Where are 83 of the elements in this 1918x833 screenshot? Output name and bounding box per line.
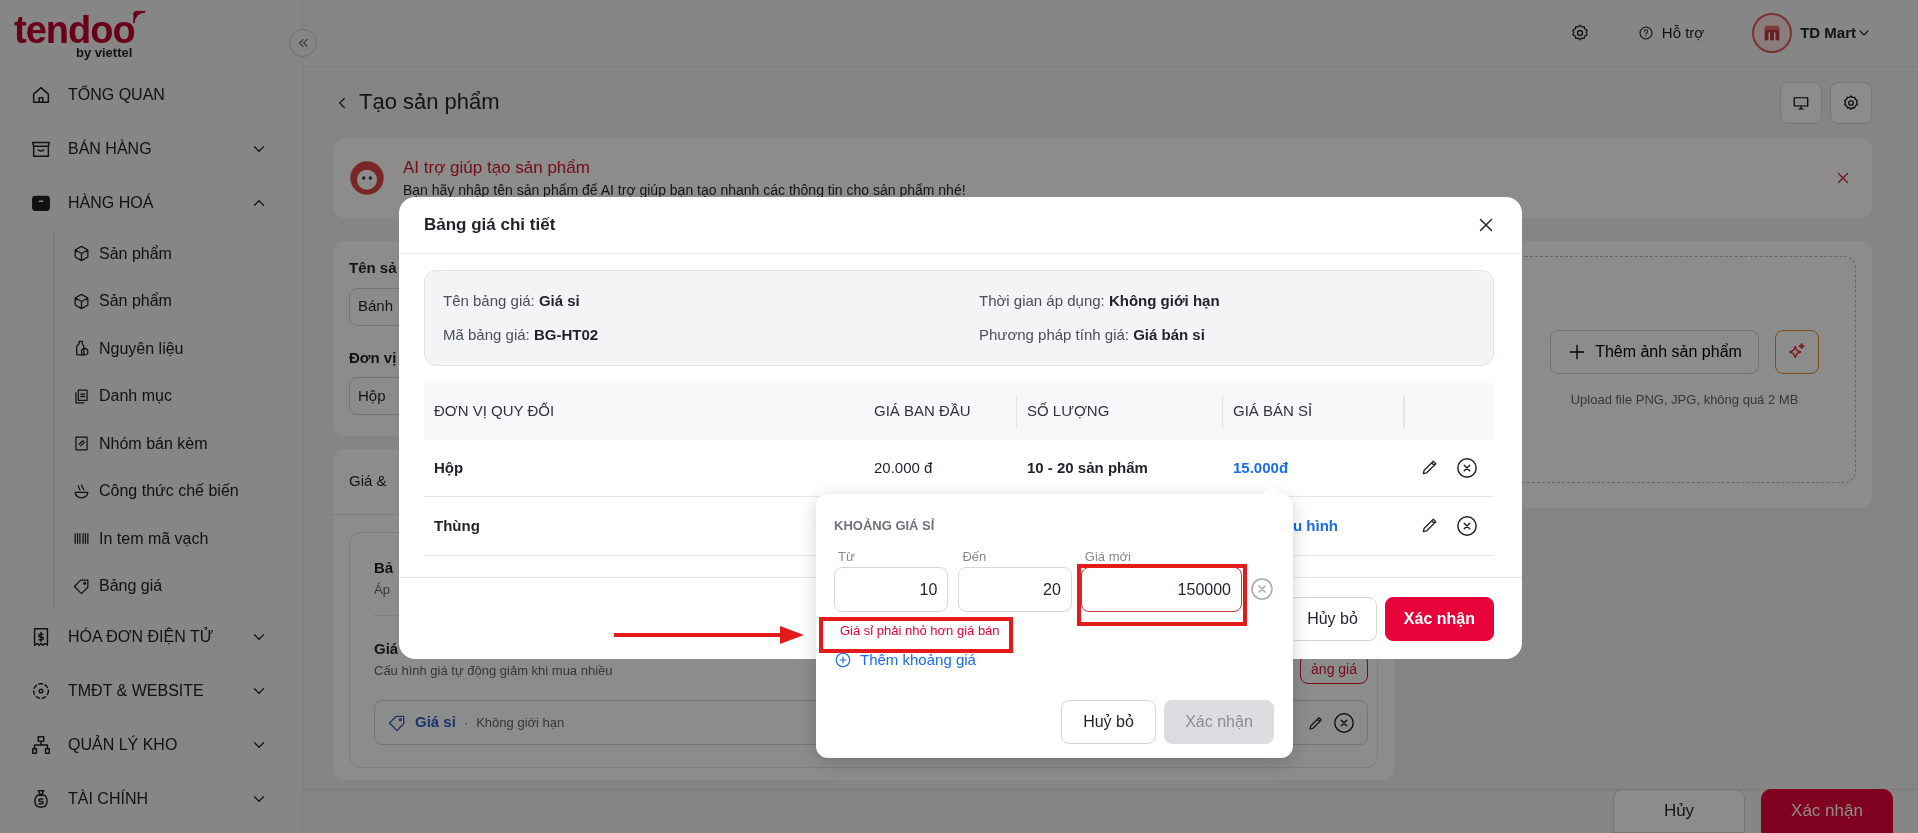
- separator: ·: [463, 713, 469, 732]
- settings-icon: [1842, 93, 1860, 112]
- banner-title: AI trợ giúp tạo sản phẩm: [403, 156, 591, 179]
- add-circle-icon: [834, 651, 852, 670]
- settings-icon: [1569, 23, 1590, 43]
- table-cell: 10 - 20 sản phẩm: [1027, 458, 1148, 476]
- price-input[interactable]: 10: [834, 567, 949, 612]
- info-text: Thời gian áp dụng: Không giới hạn: [979, 290, 1221, 311]
- cancel-button[interactable]: Huỷ bỏ: [1061, 699, 1156, 744]
- cube-icon: [72, 244, 91, 264]
- dotted-circle-icon: [30, 680, 52, 702]
- add-range-link[interactable]: Thêm khoảng giá: [834, 649, 976, 672]
- table-cell: Thùng: [434, 516, 480, 534]
- field-label: Từ: [837, 548, 856, 566]
- price-list-period: Không giới hạn: [476, 713, 565, 732]
- info-text: Phương pháp tính giá: Giá bán sỉ: [979, 325, 1206, 345]
- info-text: Tên bảng giá: Giá sỉ: [443, 290, 581, 311]
- sidebar-subitem[interactable]: In tem mã vạch: [54, 515, 302, 563]
- column-header: GIÁ BÁN SỈ: [1233, 401, 1314, 422]
- mascot-drawing: [347, 158, 387, 198]
- sidebar-item[interactable]: HÀNG HOÁ: [0, 176, 302, 230]
- sidebar-item[interactable]: BÁN HÀNG: [0, 122, 302, 176]
- logo-tagline: by viettel: [76, 46, 134, 60]
- table-cell: Hộp: [434, 458, 464, 476]
- logo-text: tendoo: [14, 14, 135, 46]
- section-subtitle: Áp: [374, 580, 390, 599]
- clear-icon: [1250, 577, 1274, 601]
- table-cell: 20.000 đ: [874, 458, 933, 476]
- help-icon: [1637, 25, 1654, 41]
- sidebar-item[interactable]: TỔNG QUAN: [0, 68, 302, 122]
- bowl-icon: [72, 481, 91, 501]
- page-title: Tạo sản phẩm: [359, 89, 501, 116]
- sidebar-item[interactable]: TÀI CHÍNH: [0, 772, 302, 826]
- price-input[interactable]: 20: [958, 567, 1072, 612]
- field-label: Tên sả: [349, 258, 398, 278]
- cube-icon: [72, 291, 91, 311]
- field-label: Giá mới: [1083, 548, 1132, 566]
- field-label: Đơn vị: [349, 347, 398, 368]
- help-button[interactable]: Hỗ trợ: [1637, 21, 1705, 45]
- sidebar-subitem[interactable]: Danh mục: [54, 372, 302, 420]
- hierarchy-icon: [30, 734, 52, 756]
- remove-button[interactable]: [1456, 515, 1478, 537]
- settings-button[interactable]: [1830, 81, 1872, 124]
- section-subtitle: Cấu hình giá tự động giảm khi mua nhiều: [374, 661, 613, 680]
- sidebar-subitem[interactable]: Nguyên liệu: [54, 325, 302, 373]
- sidebar-subitem[interactable]: Bảng giá: [54, 562, 302, 610]
- ai-button[interactable]: [1774, 329, 1819, 374]
- wholesale-price-link[interactable]: 15.000đ: [1233, 458, 1289, 476]
- error-message: Giá sỉ phải nhỏ hơn giá bán: [840, 622, 1000, 640]
- column-header: GIÁ BAN ĐẦU: [874, 401, 972, 422]
- dialog-title: Bảng giá chi tiết: [424, 214, 557, 237]
- arrow-icon: [614, 624, 804, 646]
- column-header: ĐƠN VỊ QUY ĐỔI: [434, 401, 556, 422]
- sidebar-item[interactable]: HÓA ĐƠN ĐIỆN TỬ: [0, 610, 302, 664]
- remove-button[interactable]: [1456, 457, 1478, 479]
- confirm-button[interactable]: Xác nhận: [1384, 596, 1494, 641]
- price-list-name[interactable]: Giá sỉ: [415, 711, 456, 734]
- section-title: Bả: [374, 558, 394, 578]
- info-text: Mã bảng giá: BG-HT02: [443, 325, 600, 345]
- house-icon: [30, 84, 52, 106]
- sidebar-subitem[interactable]: Sản phẩm: [54, 230, 302, 278]
- section-title: Giá: [374, 639, 399, 659]
- upload-hint: Upload file PNG, JPG, không quá 2 MB: [1570, 390, 1799, 409]
- sidebar-subitem[interactable]: Sản phẩm: [54, 277, 302, 325]
- sidebar-item[interactable]: TMĐT & WEBSITE: [0, 664, 302, 718]
- cancel-button[interactable]: Hủy: [1613, 789, 1745, 833]
- price-list-link[interactable]: Giá sỉ: [538, 291, 580, 309]
- remove-icon: [1456, 515, 1478, 537]
- tab[interactable]: Giá &: [349, 470, 387, 493]
- column-header: SỐ LƯỢNG: [1027, 401, 1111, 422]
- sidebar-item[interactable]: QUẢN LÝ KHO: [0, 718, 302, 772]
- wholesale-price-link[interactable]: u hình: [1293, 516, 1338, 534]
- display-button[interactable]: [1780, 81, 1822, 124]
- sidebar-subitem[interactable]: Công thức chế biến: [54, 467, 302, 515]
- remove-icon: [1456, 457, 1478, 479]
- add-image-button[interactable]: Thêm ảnh sản phẩm: [1550, 329, 1759, 374]
- store-menu[interactable]: TD Mart: [1800, 21, 1872, 45]
- field-label: Đến: [961, 548, 988, 566]
- sidebar-subitem[interactable]: Nhóm bán kèm: [54, 420, 302, 468]
- remove-icon: [1333, 711, 1355, 734]
- confirm-button[interactable]: Xác nhận: [1761, 789, 1893, 833]
- settings-button[interactable]: [1569, 23, 1590, 43]
- popover-title: KHOẢNG GIÁ SỈ: [834, 517, 936, 535]
